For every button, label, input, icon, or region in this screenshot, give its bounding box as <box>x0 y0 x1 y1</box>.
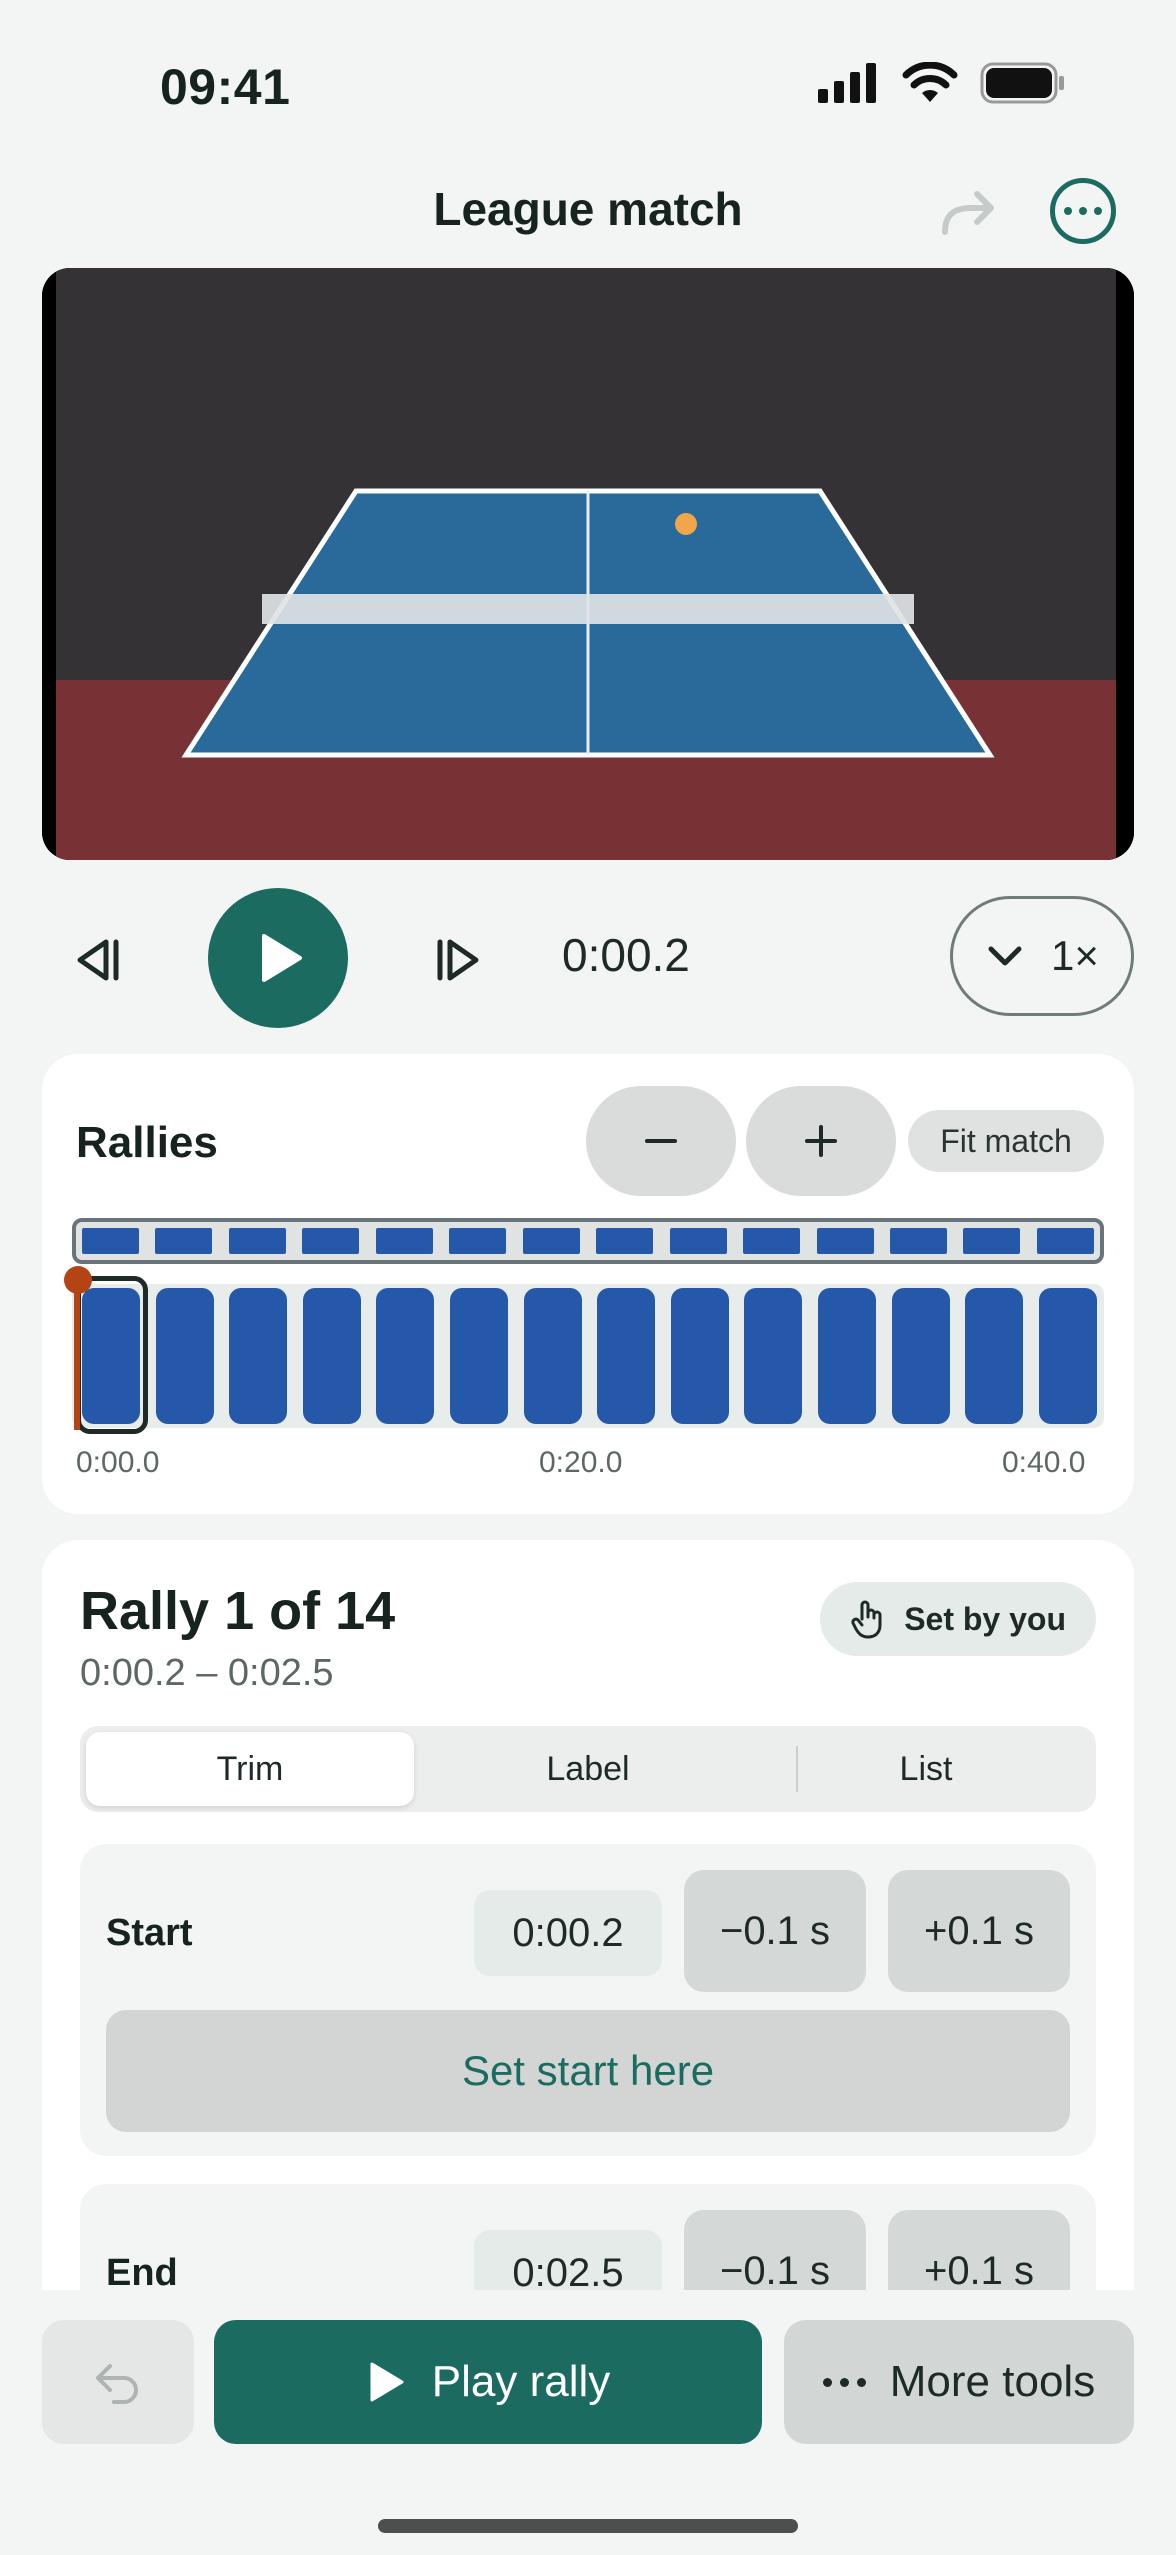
tick-label: 0:00.0 <box>76 1446 160 1479</box>
set-start-button[interactable]: Set start here <box>106 2010 1070 2132</box>
status-icons <box>818 62 1066 104</box>
zoom-in-button[interactable] <box>746 1086 896 1196</box>
rally-block[interactable] <box>818 1288 876 1424</box>
rally-block[interactable] <box>1038 1288 1097 1424</box>
play-button[interactable] <box>208 888 348 1028</box>
rally-time-range: 0:00.2 – 0:02.5 <box>80 1652 334 1694</box>
table-net <box>262 594 914 624</box>
overview-rally-segment <box>816 1228 874 1254</box>
video-player[interactable] <box>42 268 1134 860</box>
rally-block[interactable] <box>744 1288 803 1424</box>
timeline-overview[interactable] <box>72 1218 1104 1264</box>
rally-block[interactable] <box>597 1288 656 1424</box>
play-icon <box>370 2362 404 2402</box>
tick-label: 0:40.0 <box>1002 1446 1086 1479</box>
playhead-line <box>74 1280 80 1430</box>
overview-rally-segment <box>963 1228 1021 1254</box>
rallies-title: Rallies <box>76 1118 218 1167</box>
tab-list[interactable]: List <box>762 1732 1090 1806</box>
more-horizontal-icon <box>822 2377 866 2387</box>
overview-rally-segment <box>596 1228 654 1254</box>
detail-tabs: Trim Label List <box>80 1726 1096 1812</box>
overview-rally-segment <box>889 1228 947 1254</box>
more-tools-label: More tools <box>889 2357 1096 2406</box>
wifi-icon <box>902 62 958 102</box>
overview-rally-segment <box>375 1228 433 1254</box>
status-time: 09:41 <box>160 59 291 115</box>
ball <box>675 513 697 535</box>
rally-block[interactable] <box>302 1288 361 1424</box>
chevron-down-icon <box>988 946 1022 966</box>
step-forward-icon[interactable] <box>428 930 488 990</box>
zoom-out-button[interactable] <box>586 1086 736 1196</box>
rally-block[interactable] <box>523 1288 582 1424</box>
battery-icon <box>980 62 1064 104</box>
rally-block[interactable] <box>155 1288 214 1424</box>
rally-timeline[interactable] <box>64 1266 1104 1434</box>
status-bar: 09:41 <box>0 0 1176 150</box>
redo-arrow-icon[interactable] <box>937 182 1001 246</box>
step-back-icon[interactable] <box>68 930 128 990</box>
speed-selector[interactable]: 1× <box>950 896 1134 1016</box>
overview-rally-segment <box>155 1228 213 1254</box>
video-frame <box>42 268 1134 860</box>
speed-value: 1× <box>1051 932 1099 979</box>
end-label: End <box>106 2252 178 2294</box>
start-time-value[interactable]: 0:00.2 <box>474 1890 662 1976</box>
play-rally-button[interactable]: Play rally <box>214 2320 762 2444</box>
cellular-signal-icon <box>818 63 876 103</box>
more-options-button[interactable] <box>1050 178 1116 244</box>
current-time: 0:00.2 <box>562 929 690 981</box>
overview-rally-segment <box>302 1228 360 1254</box>
playhead-handle[interactable] <box>64 1266 92 1294</box>
overview-rally-segment <box>228 1228 286 1254</box>
overview-rally-segment <box>449 1228 507 1254</box>
more-horizontal-icon <box>1064 207 1072 215</box>
tab-label[interactable]: Label <box>424 1732 752 1806</box>
rally-title: Rally 1 of 14 <box>80 1581 396 1641</box>
plus-icon <box>805 1125 837 1157</box>
undo-button[interactable] <box>42 2320 194 2444</box>
rally-block[interactable] <box>229 1288 288 1424</box>
rally-block[interactable] <box>965 1288 1024 1424</box>
overview-rally-segment <box>82 1228 139 1254</box>
playback-controls: 0:00.2 1× <box>0 880 1176 1030</box>
overview-rally-segment <box>1036 1228 1094 1254</box>
hand-pointer-icon <box>851 1600 882 1639</box>
bottom-toolbar: Play rally More tools <box>0 2290 1176 2555</box>
home-indicator <box>378 2519 798 2533</box>
start-plus-button[interactable]: +0.1 s <box>888 1870 1070 1992</box>
source-badge-label: Set by you <box>904 1600 1066 1637</box>
fit-match-button[interactable]: Fit match <box>908 1110 1104 1172</box>
start-minus-button[interactable]: −0.1 s <box>684 1870 866 1992</box>
minus-icon <box>645 1139 677 1143</box>
rally-block[interactable] <box>891 1288 950 1424</box>
tab-trim[interactable]: Trim <box>86 1732 414 1806</box>
rally-block[interactable] <box>670 1288 729 1424</box>
rallies-card: Rallies Fit match 0:00.0 0:20.0 0:40.0 <box>42 1054 1134 1514</box>
rally-block[interactable] <box>450 1288 508 1424</box>
tick-label: 0:20.0 <box>539 1446 623 1479</box>
rally-block[interactable] <box>376 1288 435 1424</box>
selected-rally-outline <box>76 1276 148 1434</box>
overview-rally-segment <box>743 1228 801 1254</box>
start-trim-panel: Start 0:00.2 −0.1 s +0.1 s Set start her… <box>80 1844 1096 2156</box>
nav-header: League match <box>0 160 1176 260</box>
more-tools-button[interactable]: More tools <box>784 2320 1134 2444</box>
source-badge[interactable]: Set by you <box>820 1582 1096 1656</box>
overview-rally-segment <box>669 1228 727 1254</box>
play-rally-label: Play rally <box>431 2357 611 2406</box>
play-icon <box>262 934 302 982</box>
start-label: Start <box>106 1912 193 1954</box>
overview-rally-segment <box>522 1228 580 1254</box>
undo-icon <box>96 2364 138 2404</box>
